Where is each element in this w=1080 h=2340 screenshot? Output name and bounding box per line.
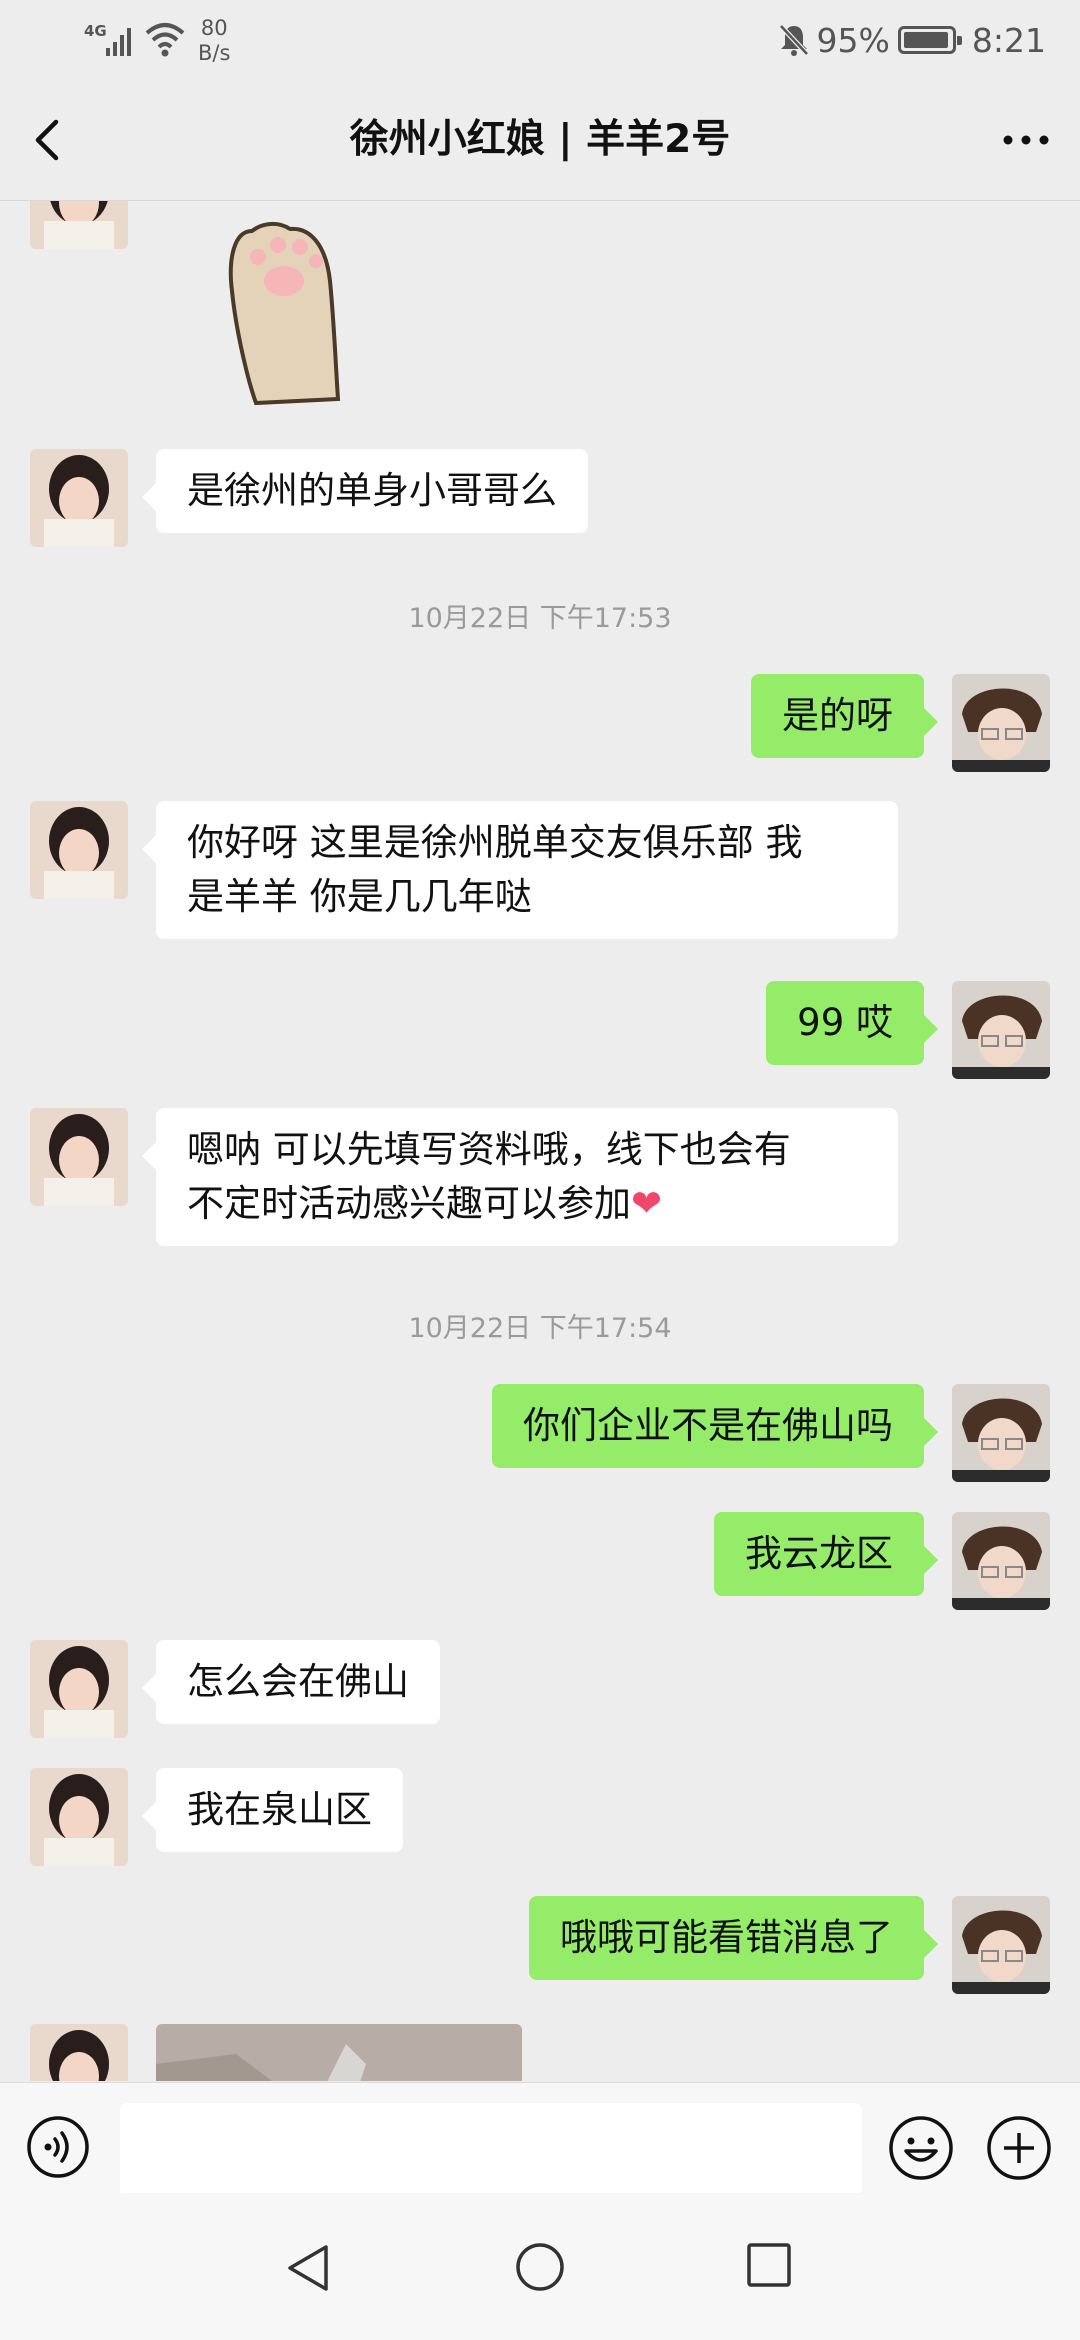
nav-back-icon[interactable]	[284, 2241, 334, 2295]
incoming-message[interactable]: 我在泉山区	[142, 1768, 403, 1852]
battery-fill	[903, 32, 948, 48]
status-right: 95% 8:21	[777, 18, 1046, 62]
outgoing-message[interactable]: 我云龙区	[714, 1512, 938, 1596]
emoji-icon[interactable]	[888, 2115, 954, 2181]
my-avatar[interactable]	[952, 1384, 1050, 1482]
my-avatar[interactable]	[952, 1512, 1050, 1610]
contact-avatar[interactable]	[30, 1640, 128, 1738]
signal-icon	[106, 28, 131, 56]
incoming-message[interactable]: 嗯呐 可以先填写资料哦，线下也会有 不定时活动感兴趣可以参加❤	[142, 1108, 898, 1246]
speed-unit: B/s	[198, 41, 231, 65]
message-line: 不定时活动感兴趣可以参加❤	[187, 1177, 867, 1231]
incoming-message[interactable]: 你好呀 这里是徐州脱单交友俱乐部 我 是羊羊 你是几几年哒	[142, 801, 898, 939]
outgoing-message[interactable]: 99 哎	[766, 981, 938, 1065]
timestamp: 10月22日 下午17:53	[408, 603, 672, 634]
battery-percent: 95%	[816, 20, 890, 60]
message-line: 是羊羊 你是几几年哒	[187, 875, 532, 918]
incoming-message[interactable]: 是徐州的单身小哥哥么	[142, 449, 588, 533]
plus-icon[interactable]	[986, 2115, 1052, 2181]
cat-paw-sticker[interactable]: Hello	[186, 201, 386, 421]
contact-avatar[interactable]	[30, 1108, 128, 1206]
chevron-left-icon[interactable]	[24, 110, 74, 170]
message-line: 嗯呐 可以先填写资料哦，线下也会有	[187, 1128, 791, 1171]
contact-avatar[interactable]	[30, 201, 128, 249]
mute-bell-icon	[778, 24, 809, 56]
timestamp: 10月22日 下午17:54	[408, 1313, 672, 1344]
input-bar	[0, 2082, 1080, 2197]
incoming-message[interactable]: 怎么会在佛山	[142, 1640, 440, 1724]
message-list[interactable]: Hello 是徐州的单身小哥哥么 10月22日 下午17:53 是的呀 你好呀 …	[0, 201, 1080, 2081]
message-input[interactable]	[120, 2103, 862, 2197]
wifi-icon	[145, 23, 185, 57]
network-speed: 80 B/s	[198, 16, 230, 66]
speed-value: 80	[200, 16, 228, 40]
chat-title: 徐州小红娘 | 羊羊2号	[349, 117, 731, 162]
contact-avatar[interactable]	[30, 449, 128, 547]
voice-icon[interactable]	[26, 2115, 90, 2179]
svg-text:Hello: Hello	[186, 201, 276, 202]
contact-avatar[interactable]	[30, 801, 128, 899]
outgoing-message[interactable]: 是的呀	[751, 674, 938, 758]
more-dots-icon[interactable]	[996, 120, 1056, 160]
outgoing-message[interactable]: 哦哦可能看错消息了	[529, 1896, 938, 1980]
my-avatar[interactable]	[952, 981, 1050, 1079]
message-text: 不定时活动感兴趣可以参加	[187, 1182, 631, 1225]
status-bar: 4G 80 B/s 95% 8:21	[0, 0, 1080, 80]
heart-emoji: ❤	[631, 1182, 663, 1225]
message-line: 你好呀 这里是徐州脱单交友俱乐部 我	[187, 821, 803, 864]
system-nav-bar	[0, 2193, 1080, 2340]
contact-avatar[interactable]	[30, 2024, 128, 2081]
outgoing-message[interactable]: 你们企业不是在佛山吗	[492, 1384, 938, 1468]
chat-header: 徐州小红娘 | 羊羊2号	[0, 80, 1080, 201]
nav-recent-icon[interactable]	[745, 2241, 793, 2289]
photo-message[interactable]	[156, 2024, 522, 2081]
battery-icon	[897, 26, 962, 54]
my-avatar[interactable]	[952, 674, 1050, 772]
clock: 8:21	[971, 20, 1046, 60]
my-avatar[interactable]	[952, 1896, 1050, 1994]
nav-home-icon[interactable]	[514, 2241, 566, 2293]
contact-avatar[interactable]	[30, 1768, 128, 1866]
